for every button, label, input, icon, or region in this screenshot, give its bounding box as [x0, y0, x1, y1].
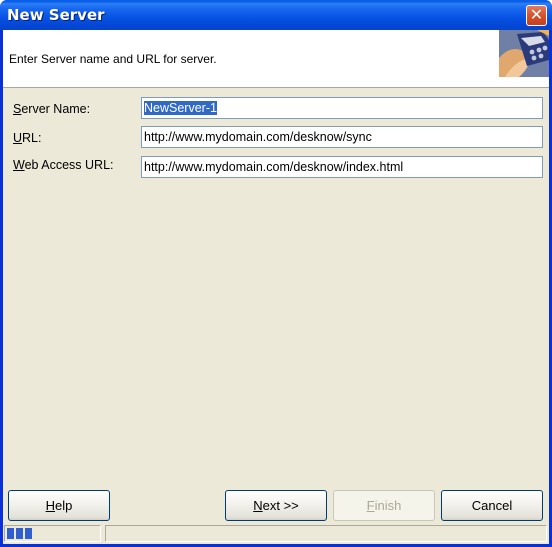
finish-button[interactable]: Finish: [333, 490, 435, 521]
status-text-pane: [105, 525, 547, 542]
wizard-header-graphic-icon: [499, 30, 549, 77]
help-button[interactable]: Help: [8, 490, 110, 521]
window-title: New Server: [7, 6, 105, 24]
cancel-button[interactable]: Cancel: [441, 490, 543, 521]
server-name-value: NewServer-1: [144, 101, 217, 115]
new-server-dialog: New Server ✕ Enter Server name and URL f…: [0, 0, 552, 547]
url-label: URL:: [13, 131, 42, 145]
web-access-url-input[interactable]: http://www.mydomain.com/desknow/index.ht…: [141, 156, 543, 178]
progress-block: [7, 528, 14, 539]
close-icon: ✕: [529, 5, 544, 24]
dialog-body: Enter Server name and URL for server. Se…: [3, 30, 549, 544]
progress-indicator: [4, 525, 101, 542]
next-button[interactable]: Next >>: [225, 490, 327, 521]
server-name-label: Server Name:: [13, 102, 91, 116]
url-input[interactable]: http://www.mydomain.com/desknow/sync: [141, 126, 543, 148]
instruction-text: Enter Server name and URL for server.: [9, 52, 217, 66]
web-access-url-label: Web Access URL:: [13, 158, 114, 172]
title-bar[interactable]: New Server ✕: [0, 0, 552, 30]
close-button[interactable]: ✕: [526, 5, 547, 26]
status-bar: [3, 524, 549, 544]
wizard-header: Enter Server name and URL for server.: [3, 30, 549, 88]
progress-block: [16, 528, 23, 539]
progress-block: [25, 528, 32, 539]
server-name-input[interactable]: NewServer-1: [141, 97, 543, 119]
